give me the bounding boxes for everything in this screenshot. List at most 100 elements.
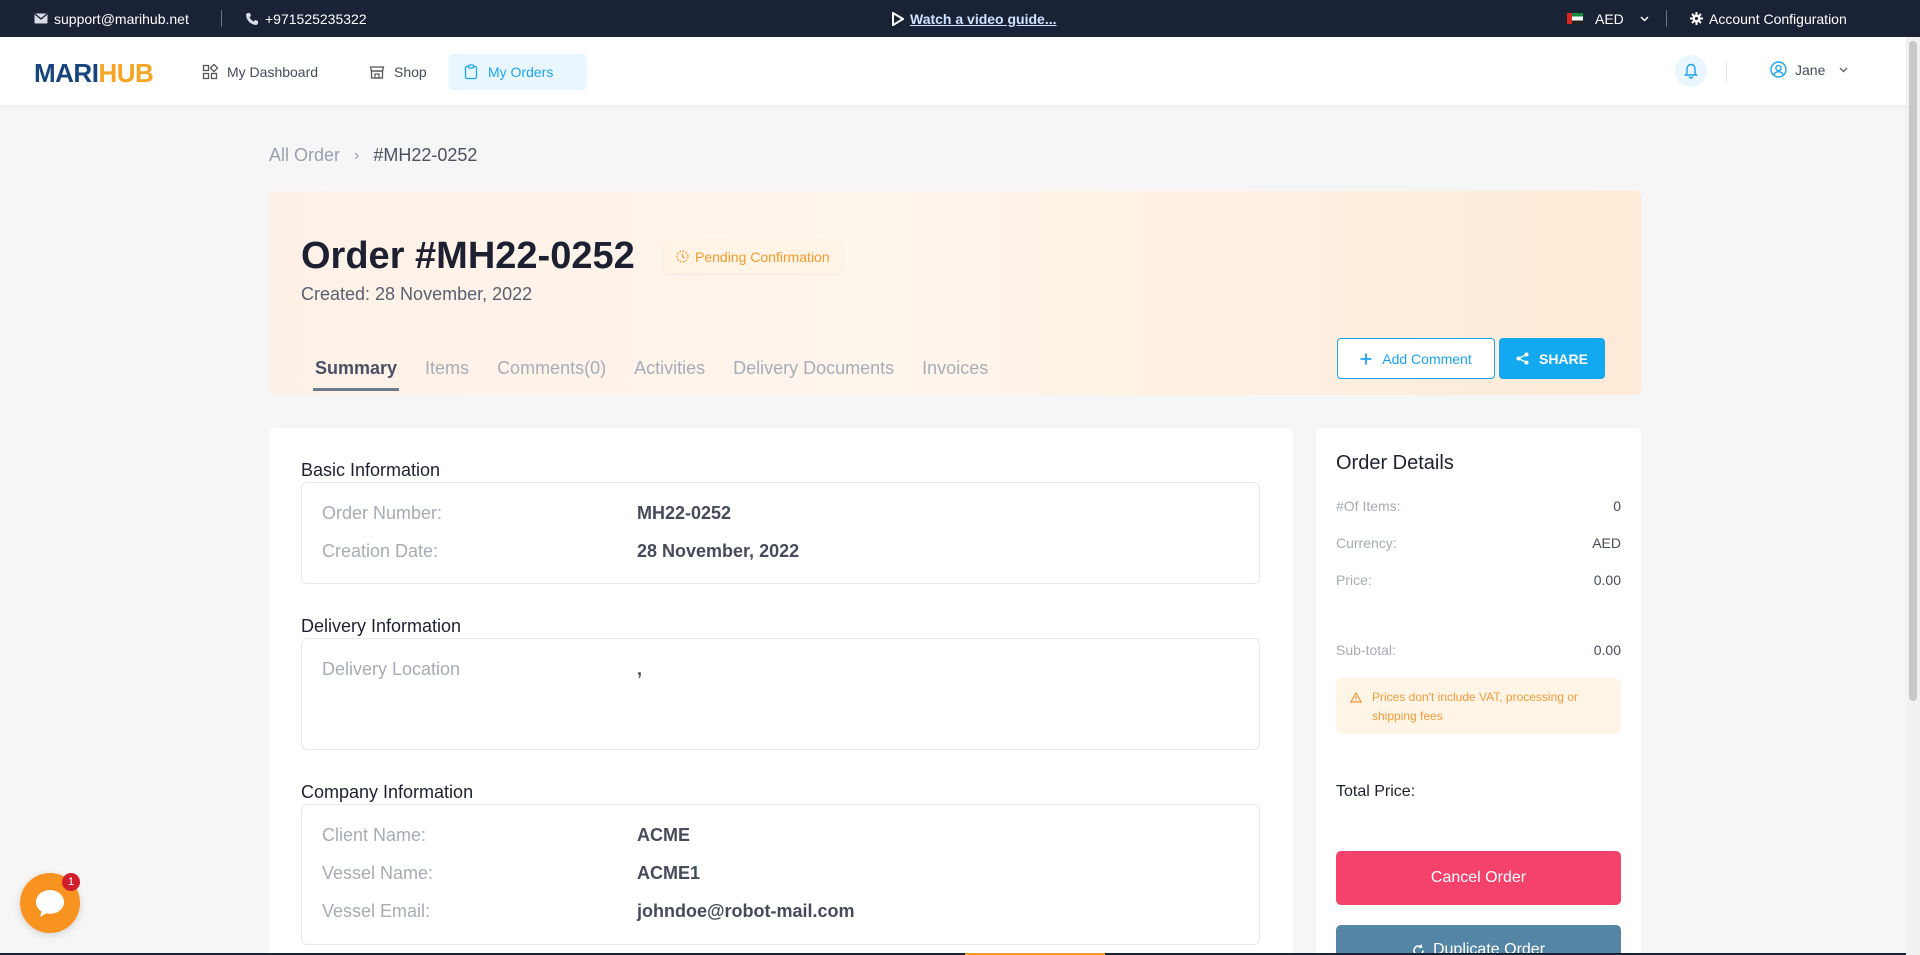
video-guide-text: Watch a video guide... — [910, 10, 1057, 27]
mail-icon — [34, 13, 48, 24]
page-title: Order #MH22-0252 — [301, 235, 635, 277]
clipboard-icon — [464, 64, 478, 80]
delivery-information-box: Delivery Location , — [301, 638, 1260, 750]
created-date: Created: 28 November, 2022 — [301, 284, 533, 304]
nav-item-label: Shop — [394, 64, 427, 80]
nav-item-my-orders[interactable]: My Orders — [449, 54, 587, 90]
info-value: MH22-0252 — [637, 503, 732, 523]
account-configuration[interactable]: Account Configuration — [1690, 0, 1847, 37]
info-label: Client Name: — [322, 825, 427, 845]
share-button[interactable]: SHARE — [1499, 338, 1605, 379]
share-icon — [1516, 352, 1529, 365]
chat-bubble-icon — [36, 890, 64, 917]
info-label: Order Number: — [322, 503, 443, 523]
order-details-card: Order Details #Of Items: 0 Currency: AED… — [1316, 428, 1641, 955]
detail-value: 0.00 — [1593, 642, 1621, 658]
divider — [1666, 10, 1667, 27]
top-info-bar: support@marihub.net +971525235322 Watch … — [0, 0, 1920, 37]
tab-comments[interactable]: Comments(0) — [495, 358, 608, 391]
info-value: ACME1 — [637, 863, 701, 883]
nav-item-shop[interactable]: Shop — [355, 54, 441, 90]
breadcrumb-current: #MH22-0252 — [373, 145, 478, 165]
add-comment-button[interactable]: Add Comment — [1337, 338, 1495, 379]
detail-row: Price: 0.00 — [1336, 572, 1621, 588]
info-label: Delivery Location — [322, 659, 461, 679]
detail-label: Price: — [1336, 572, 1372, 588]
share-label: SHARE — [1538, 350, 1588, 367]
info-row: Order Number: MH22-0252 — [322, 503, 731, 524]
tab-delivery-documents[interactable]: Delivery Documents — [731, 358, 896, 391]
breadcrumb: All Order › #MH22-0252 — [269, 145, 477, 166]
logo-part2: HUB — [98, 58, 154, 88]
marihub-logo[interactable]: MARIHUB — [34, 58, 154, 89]
tab-invoices[interactable]: Invoices — [920, 358, 990, 391]
vat-warning-note: Prices don't include VAT, processing or … — [1336, 678, 1621, 734]
phone-icon — [246, 12, 258, 25]
support-phone-text: +971525235322 — [265, 10, 367, 27]
detail-value: 0 — [1613, 498, 1621, 514]
chevron-down-icon — [1640, 15, 1649, 22]
basic-information-box: Order Number: MH22-0252 Creation Date: 2… — [301, 482, 1260, 584]
info-label: Creation Date: — [322, 541, 439, 561]
chat-unread-badge: 1 — [62, 873, 80, 891]
info-label: Vessel Email: — [322, 901, 431, 921]
main-navbar: MARIHUB My Dashboard Shop My Orders Jane — [0, 37, 1906, 105]
delivery-information-title: Delivery Information — [301, 616, 462, 636]
detail-value: AED — [1592, 535, 1621, 551]
info-row: Delivery Location , — [322, 659, 642, 680]
divider — [1726, 61, 1727, 83]
nav-item-dashboard[interactable]: My Dashboard — [188, 54, 332, 90]
nav-item-label: My Orders — [488, 64, 554, 80]
notifications-button[interactable] — [1675, 55, 1707, 87]
vat-warning-text: Prices don't include VAT, processing or … — [1372, 690, 1578, 723]
basic-information-title: Basic Information — [301, 460, 441, 480]
order-details-title: Order Details — [1336, 452, 1454, 474]
order-tabs: Summary Items Comments(0) Activities Del… — [301, 358, 990, 391]
breadcrumb-all-orders[interactable]: All Order — [269, 145, 340, 166]
info-value: , — [637, 659, 643, 679]
tab-summary[interactable]: Summary — [313, 358, 400, 391]
detail-label: Currency: — [1336, 535, 1397, 551]
uae-flag-icon — [1567, 13, 1583, 24]
support-email[interactable]: support@marihub.net — [34, 0, 189, 37]
support-email-text: support@marihub.net — [54, 10, 189, 27]
nav-item-label: My Dashboard — [227, 64, 319, 80]
cancel-order-button[interactable]: Cancel Order — [1336, 851, 1621, 905]
scrollbar-thumb[interactable] — [1909, 41, 1917, 701]
total-price-label: Total Price: — [1336, 783, 1416, 800]
plus-icon — [1360, 353, 1372, 364]
logo-part1: MARI — [34, 58, 99, 88]
clock-icon — [676, 250, 689, 263]
info-label: Vessel Name: — [322, 863, 434, 883]
currency-selector[interactable]: AED — [1567, 0, 1649, 37]
status-badge: Pending Confirmation — [664, 240, 842, 273]
currency-text: AED — [1595, 10, 1624, 27]
support-phone[interactable]: +971525235322 — [245, 0, 367, 37]
user-circle-icon — [1770, 61, 1787, 78]
detail-label: Sub-total: — [1336, 642, 1396, 658]
video-guide-link[interactable]: Watch a video guide... — [892, 0, 1057, 37]
info-row: Creation Date: 28 November, 2022 — [322, 541, 799, 562]
store-icon — [369, 66, 385, 79]
warning-icon — [1350, 692, 1362, 703]
page-scrollbar[interactable] — [1906, 37, 1920, 955]
chevron-right-icon: › — [354, 146, 360, 164]
chevron-down-icon — [1839, 67, 1848, 72]
divider — [221, 10, 222, 27]
info-row: Vessel Name: ACME1 — [322, 863, 700, 884]
info-value: johndoe@robot-mail.com — [637, 901, 855, 921]
detail-row: Currency: AED — [1336, 535, 1621, 551]
dashboard-icon — [202, 64, 218, 80]
bell-icon — [1684, 63, 1698, 79]
user-menu[interactable]: Jane — [1770, 61, 1848, 78]
status-text: Pending Confirmation — [695, 248, 830, 265]
tab-activities[interactable]: Activities — [632, 358, 707, 391]
play-icon — [892, 11, 904, 26]
detail-value: 0.00 — [1593, 572, 1621, 588]
company-information-box: Client Name: ACME Vessel Name: ACME1 Ves… — [301, 804, 1260, 945]
detail-label: #Of Items: — [1336, 498, 1401, 514]
tab-items[interactable]: Items — [423, 358, 471, 391]
duplicate-order-button[interactable]: Duplicate Order — [1336, 925, 1621, 955]
info-row: Client Name: ACME — [322, 825, 690, 846]
detail-row: Sub-total: 0.00 — [1336, 642, 1621, 658]
